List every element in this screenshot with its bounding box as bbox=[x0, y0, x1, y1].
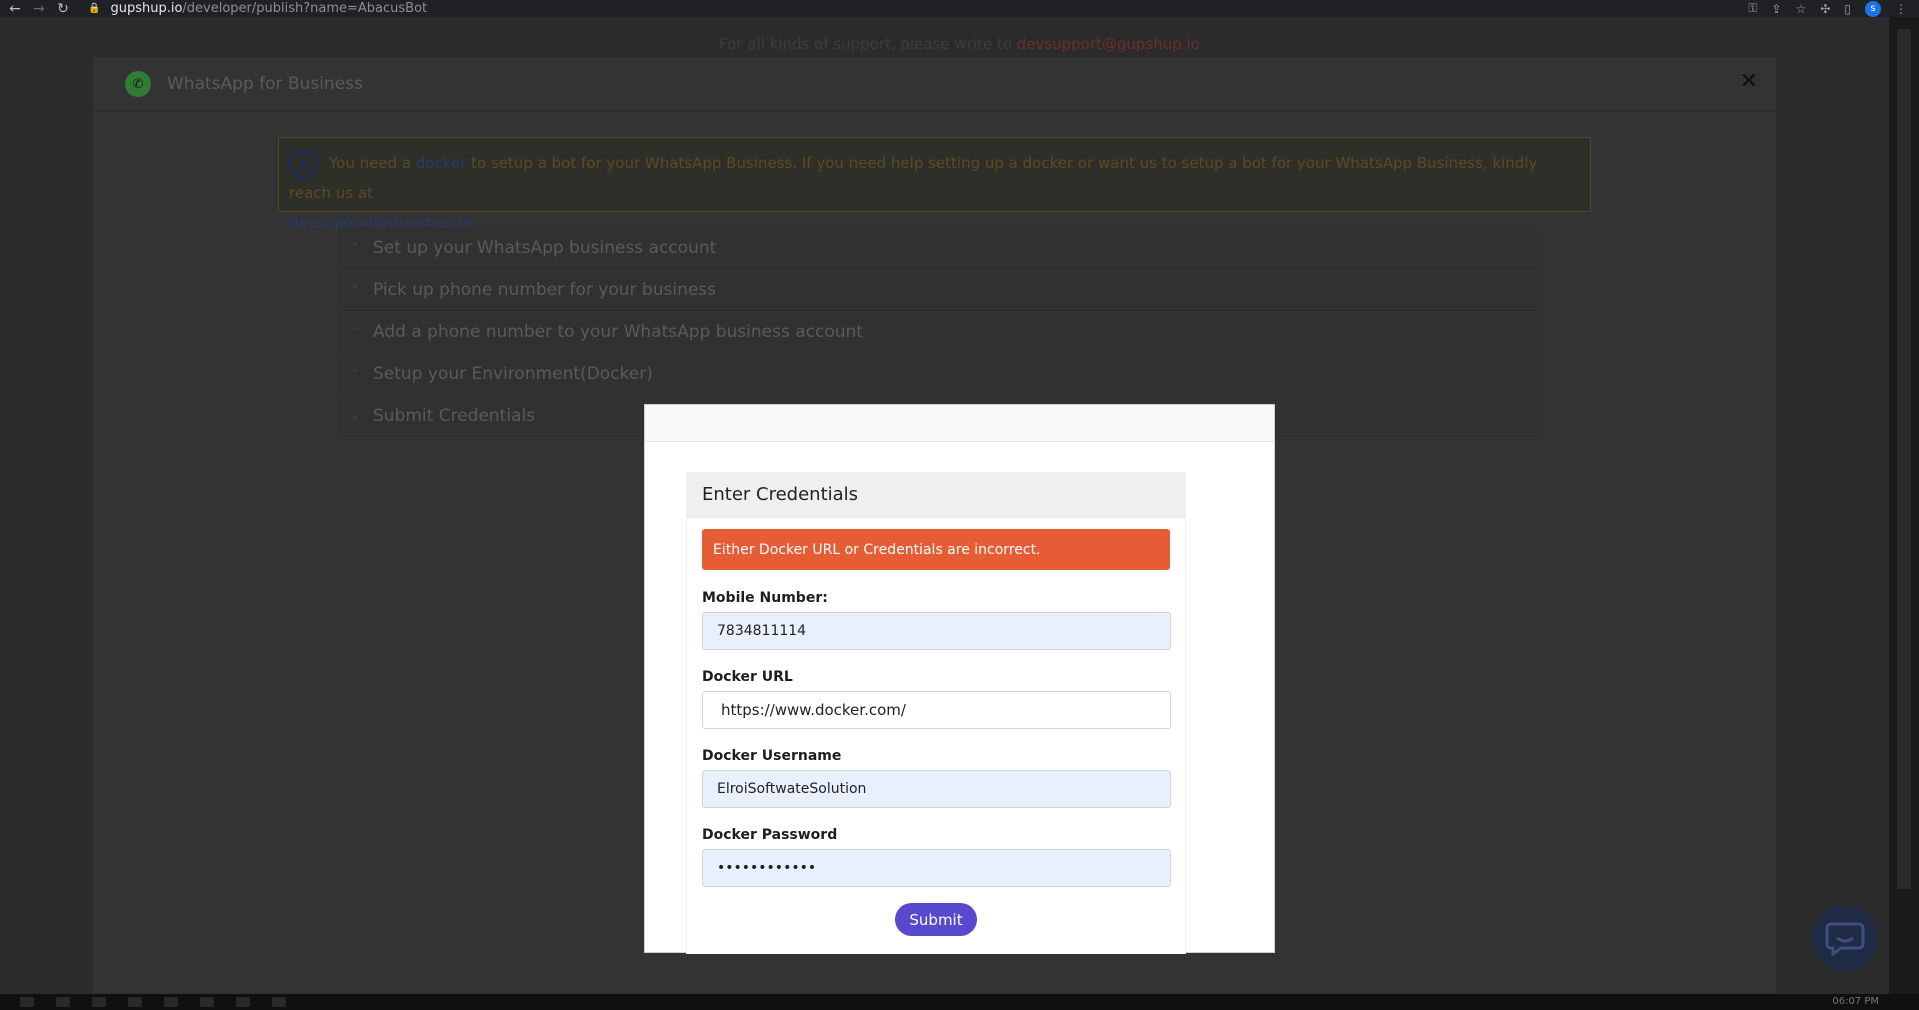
step-setup-environment[interactable]: ⌃ Setup your Environment(Docker) bbox=[337, 353, 1537, 395]
sidepanel-icon[interactable]: ▯ bbox=[1844, 2, 1851, 16]
mobile-number-label: Mobile Number: bbox=[702, 590, 828, 606]
card-title: Enter Credentials bbox=[687, 472, 1185, 518]
star-icon[interactable]: ☆ bbox=[1796, 2, 1807, 16]
docker-password-label: Docker Password bbox=[702, 827, 838, 843]
whatsapp-logo-icon: ✆ bbox=[125, 71, 151, 97]
info-notice: i You need a docker to setup a bot for yo… bbox=[278, 137, 1591, 232]
support-banner: For all kinds of support, please write t… bbox=[0, 35, 1919, 53]
address-bar[interactable]: 🔒 gupshup.io/developer/publish?name=Abac… bbox=[88, 0, 427, 17]
step-pick-number[interactable]: ⌃ Pick up phone number for your business bbox=[337, 269, 1537, 311]
chat-bubble-icon bbox=[1825, 922, 1865, 956]
docker-url-input[interactable] bbox=[702, 691, 1171, 729]
forward-arrow-icon[interactable]: → bbox=[30, 0, 48, 17]
chevron-down-icon: ⌄ bbox=[350, 409, 360, 422]
info-text-before: You need a bbox=[329, 154, 412, 172]
error-alert: Either Docker URL or Credentials are inc… bbox=[702, 529, 1170, 570]
chevron-up-icon: ⌃ bbox=[350, 241, 360, 254]
reload-icon[interactable]: ↻ bbox=[54, 0, 72, 17]
lock-icon: 🔒 bbox=[88, 3, 101, 14]
chevron-up-icon: ⌃ bbox=[350, 325, 360, 338]
menu-kebab-icon[interactable]: ⋮ bbox=[1895, 2, 1907, 16]
step-label: Add a phone number to your WhatsApp busi… bbox=[373, 321, 863, 342]
credentials-card: Enter Credentials Either Docker URL or C… bbox=[686, 472, 1186, 954]
docker-username-input[interactable] bbox=[702, 770, 1171, 808]
panel-header: ✆ WhatsApp for Business bbox=[93, 57, 1776, 112]
support-text: For all kinds of support, please write t… bbox=[719, 35, 1012, 53]
docker-password-input[interactable] bbox=[702, 849, 1171, 887]
mobile-number-input[interactable] bbox=[702, 612, 1171, 650]
panel-title: WhatsApp for Business bbox=[167, 74, 363, 94]
taskbar-app-icon[interactable] bbox=[56, 997, 70, 1007]
submit-button[interactable]: Submit bbox=[895, 903, 977, 936]
taskbar-app-icon[interactable] bbox=[236, 997, 250, 1007]
step-label: Submit Credentials bbox=[373, 405, 536, 426]
taskbar-app-icon[interactable] bbox=[92, 997, 106, 1007]
docker-link[interactable]: docker bbox=[416, 154, 467, 172]
scrollbar-thumb[interactable] bbox=[1897, 29, 1911, 889]
info-icon: i bbox=[289, 149, 317, 178]
step-label: Set up your WhatsApp business account bbox=[373, 237, 717, 258]
share-icon[interactable]: ⇪ bbox=[1772, 2, 1782, 16]
taskbar-app-icon[interactable] bbox=[164, 997, 178, 1007]
url-host: gupshup.io bbox=[110, 1, 183, 16]
os-taskbar: 06:07 PM bbox=[0, 994, 1919, 1010]
credentials-modal: Enter Credentials Either Docker URL or C… bbox=[644, 404, 1275, 954]
credentials-form: Either Docker URL or Credentials are inc… bbox=[687, 529, 1185, 936]
taskbar-app-icon[interactable] bbox=[128, 997, 142, 1007]
profile-avatar[interactable]: s bbox=[1865, 0, 1881, 17]
back-arrow-icon[interactable]: ← bbox=[6, 0, 24, 17]
support-email-link[interactable]: devsupport@gupshup.io bbox=[1017, 35, 1200, 53]
step-add-number[interactable]: ⌃ Add a phone number to your WhatsApp bu… bbox=[337, 311, 1537, 353]
docker-url-label: Docker URL bbox=[702, 669, 793, 685]
page-scrollbar[interactable] bbox=[1889, 17, 1919, 994]
chat-widget-icon[interactable] bbox=[1812, 905, 1878, 971]
submit-row: Submit bbox=[702, 903, 1170, 936]
chevron-up-icon: ⌃ bbox=[350, 283, 360, 296]
browser-toolbar: ← → ↻ 🔒 gupshup.io/developer/publish?nam… bbox=[0, 0, 1919, 17]
modal-header-strip bbox=[645, 405, 1274, 442]
taskbar-app-icon[interactable] bbox=[272, 997, 286, 1007]
url-path: /developer/publish?name=AbacusBot bbox=[182, 1, 428, 16]
key-icon[interactable]: ⚿ bbox=[1748, 1, 1757, 16]
taskbar-app-icon[interactable] bbox=[20, 997, 34, 1007]
extensions-icon[interactable]: ✣ bbox=[1820, 2, 1830, 16]
step-label: Pick up phone number for your business bbox=[373, 279, 717, 300]
info-text-after: to setup a bot for your WhatsApp Busines… bbox=[289, 154, 1538, 202]
close-icon[interactable]: ✕ bbox=[1740, 69, 1758, 94]
docker-username-label: Docker Username bbox=[702, 748, 842, 764]
chevron-up-icon: ⌃ bbox=[350, 367, 360, 380]
taskbar-clock: 06:07 PM bbox=[1832, 996, 1879, 1007]
step-setup-account[interactable]: ⌃ Set up your WhatsApp business account bbox=[337, 227, 1537, 269]
step-label: Setup your Environment(Docker) bbox=[373, 363, 653, 384]
taskbar-app-icon[interactable] bbox=[200, 997, 214, 1007]
browser-actions: ⚿ ⇪ ☆ ✣ ▯ s ⋮ bbox=[1748, 0, 1907, 17]
